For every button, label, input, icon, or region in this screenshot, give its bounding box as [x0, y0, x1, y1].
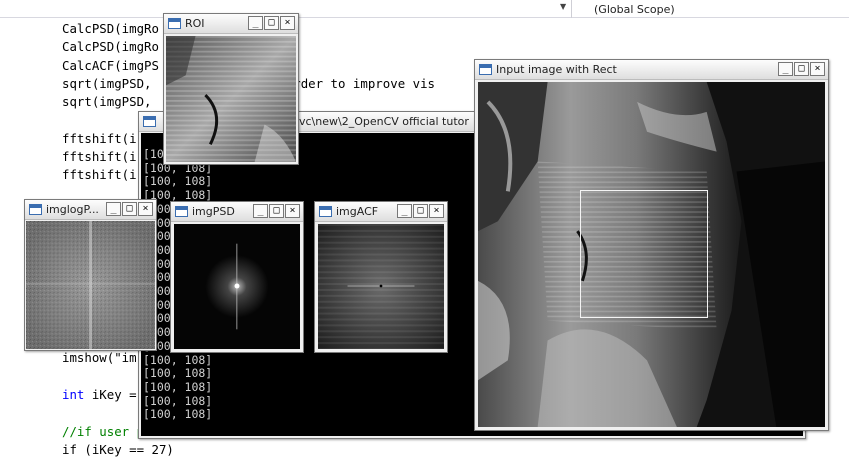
window-icon: [168, 18, 181, 29]
input-image-canvas[interactable]: [478, 82, 825, 427]
imgpsd-canvas: [174, 224, 300, 349]
maximize-button[interactable]: □: [269, 204, 284, 218]
code-line[interactable]: if (iKey == 27): [62, 441, 435, 459]
code-token: fftshift(i: [62, 149, 137, 165]
minimize-button[interactable]: _: [253, 204, 268, 218]
log-psd-image: [26, 221, 155, 349]
close-button[interactable]: ×: [810, 62, 825, 76]
window-icon: [479, 64, 492, 75]
maximize-button[interactable]: □: [794, 62, 809, 76]
console-title: vc\new\2_OpenCV official tutor: [299, 115, 469, 128]
code-token: fftshift(i: [62, 130, 137, 146]
imglogpsd-window[interactable]: imglogP... _ □ ×: [24, 199, 157, 351]
console-line: [100, 108]: [143, 379, 213, 394]
code-token: CalcPSD(imgRo: [62, 21, 159, 36]
maximize-button[interactable]: □: [264, 16, 279, 30]
roi-titlebar[interactable]: ROI _ □ ×: [164, 14, 298, 34]
imgacf-canvas: [318, 224, 444, 349]
dropdown-arrow-icon[interactable]: ▼: [560, 2, 566, 11]
console-line: [100, 108]: [143, 366, 213, 381]
maximize-button[interactable]: □: [413, 204, 428, 218]
imglogpsd-canvas: [26, 221, 155, 349]
code-token: sqrt(imgPSD,: [62, 94, 152, 110]
roi-canvas: [166, 36, 296, 162]
scope-bar: ▼ (Global Scope): [0, 0, 849, 18]
console-line: [100, 108]: [143, 407, 213, 422]
imgacf-window[interactable]: imgACF _ □ ×: [314, 201, 448, 353]
imgpsd-title: imgPSD: [192, 205, 235, 218]
imgacf-titlebar[interactable]: imgACF _ □ ×: [315, 202, 447, 222]
code-token: imshow("im: [62, 350, 137, 366]
input-image-window[interactable]: Input image with Rect _ □ ×: [474, 59, 829, 431]
roi-title: ROI: [185, 17, 205, 30]
window-icon: [29, 204, 42, 215]
window-icon: [143, 116, 156, 127]
input-image-title: Input image with Rect: [496, 63, 617, 76]
console-line: [100, 108]: [143, 174, 213, 189]
imglogpsd-titlebar[interactable]: imglogP... _ □ ×: [25, 200, 156, 220]
minimize-button[interactable]: _: [397, 204, 412, 218]
roi-window[interactable]: ROI _ □ ×: [163, 13, 299, 165]
roi-image: [166, 36, 296, 162]
psd-image: [174, 224, 300, 349]
imgpsd-titlebar[interactable]: imgPSD _ □ ×: [171, 202, 303, 222]
imgacf-title: imgACF: [336, 205, 379, 218]
input-image-titlebar[interactable]: Input image with Rect _ □ ×: [475, 60, 828, 80]
roi-rectangle: [580, 190, 708, 318]
close-button[interactable]: ×: [429, 204, 444, 218]
code-token: iKey =: [84, 386, 137, 402]
window-icon: [319, 206, 332, 217]
code-token: CalcACF(imgPS: [62, 57, 159, 73]
maximize-button[interactable]: □: [122, 202, 137, 216]
minimize-button[interactable]: _: [248, 16, 263, 30]
window-icon: [175, 206, 188, 217]
minimize-button[interactable]: _: [106, 202, 121, 216]
close-button[interactable]: ×: [285, 204, 300, 218]
code-token: if (iKey == 27): [62, 441, 174, 457]
console-line: [100, 108]: [143, 352, 213, 367]
console-line: [100, 108]: [143, 393, 213, 408]
close-button[interactable]: ×: [138, 202, 153, 216]
code-token: fftshift(i: [62, 167, 137, 183]
code-token: int: [62, 386, 85, 402]
acf-image: [318, 224, 444, 349]
minimize-button[interactable]: _: [778, 62, 793, 76]
global-scope-dropdown[interactable]: (Global Scope): [594, 3, 675, 16]
close-button[interactable]: ×: [280, 16, 295, 30]
imgpsd-window[interactable]: imgPSD _ □ ×: [170, 201, 304, 353]
